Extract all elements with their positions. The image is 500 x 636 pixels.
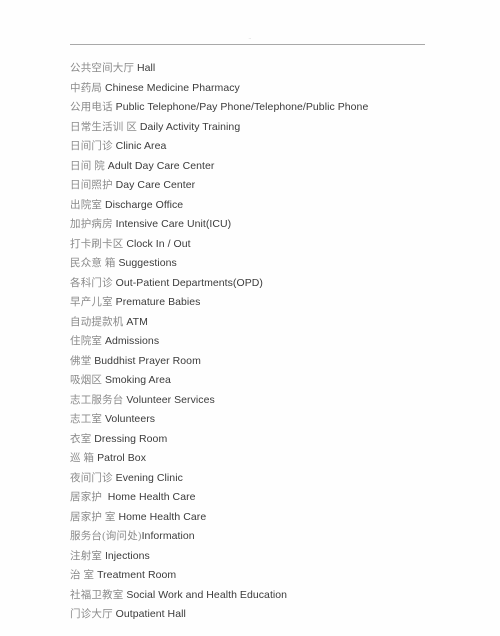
glossary-term-english: Evening Clinic <box>115 471 183 484</box>
glossary-entry: 居家护 Home Health Care <box>70 488 490 508</box>
glossary-term-english: Suggestions <box>118 257 177 269</box>
glossary-entry: 中药局 Chinese Medicine Pharmacy <box>70 79 490 99</box>
glossary-term-chinese: 日间照护 <box>70 180 113 191</box>
glossary-entry: 打卡刷卡区 Clock In / Out <box>70 235 490 255</box>
glossary-term-chinese: 加护病房 <box>70 219 113 230</box>
glossary-term-chinese: 日常生活训 区 <box>70 121 138 133</box>
glossary-entry: 日间照护 Day Care Center <box>70 176 490 196</box>
glossary-term-chinese: 日间门诊 <box>70 141 113 152</box>
glossary-term-chinese: 公共空间大厅 <box>70 63 135 74</box>
glossary-entry: 日常生活训 区 Daily Activity Training <box>70 118 490 138</box>
glossary-term-chinese: 公用电话 <box>70 102 113 113</box>
glossary-term-chinese: 巡 箱 <box>70 453 95 464</box>
glossary-entry: 服务台(询问处)Information <box>70 527 490 547</box>
glossary-term-english: Clock In / Out <box>126 237 191 250</box>
glossary-term-chinese: 社福卫教室 <box>70 589 124 601</box>
glossary-term-english: Home Health Care <box>118 510 207 523</box>
glossary-term-english: Discharge Office <box>104 198 184 211</box>
glossary-term-english: Dressing Room <box>94 432 168 445</box>
glossary-term-chinese: 日间 院 <box>70 160 105 172</box>
glossary-entry: 自动提款机 ATM <box>70 313 490 333</box>
glossary-term-english: Volunteer Services <box>126 393 215 406</box>
document-page: .. 公共空间大厅 Hall 中药局 Chinese Medicine Pharm… <box>0 0 500 636</box>
glossary-term-chinese: 衣室 <box>70 433 92 445</box>
glossary-entry: 夜间门诊 Evening Clinic <box>70 469 490 489</box>
glossary-term-english: Admissions <box>104 335 160 347</box>
glossary-term-chinese: 服务台(询问处) <box>70 531 142 542</box>
glossary-term-english: Social Work and Health Education <box>126 588 288 601</box>
glossary-term-chinese: 居家护 <box>70 492 103 503</box>
glossary-term-english: Hall <box>137 62 156 74</box>
glossary-entry: 志工服务台 Volunteer Services <box>70 391 490 411</box>
glossary-entry: 治 室 Treatment Room <box>70 566 490 586</box>
glossary-entry: 志工室 Volunteers <box>70 410 490 430</box>
glossary-term-english: Adult Day Care Center <box>107 159 215 172</box>
glossary-term-english: Home Health Care <box>107 491 196 503</box>
glossary-list: 公共空间大厅 Hall 中药局 Chinese Medicine Pharmacy… <box>70 59 490 625</box>
glossary-term-chinese: 佛堂 <box>70 355 92 367</box>
glossary-term-english: Outpatient Hall <box>115 608 186 620</box>
glossary-term-english: ATM <box>126 315 148 328</box>
glossary-term-chinese: 中药局 <box>70 82 103 94</box>
glossary-entry: 社福卫教室 Social Work and Health Education <box>70 586 490 606</box>
glossary-entry: 出院室 Discharge Office <box>70 196 490 216</box>
glossary-entry: 公用电话 Public Telephone/Pay Phone/Telephon… <box>70 98 490 118</box>
glossary-entry: 衣室 Dressing Room <box>70 430 490 450</box>
glossary-entry: 门诊大厅 Outpatient Hall <box>70 605 490 625</box>
header-divider <box>70 44 425 45</box>
glossary-entry: 民众意 箱 Suggestions <box>70 254 490 274</box>
glossary-entry: 日间门诊 Clinic Area <box>70 137 490 157</box>
glossary-entry: 加护病房 Intensive Care Unit(ICU) <box>70 215 490 235</box>
glossary-entry: 佛堂 Buddhist Prayer Room <box>70 352 490 372</box>
glossary-term-chinese: 治 室 <box>70 570 95 581</box>
glossary-term-english: Day Care Center <box>115 179 196 191</box>
glossary-term-chinese: 夜间门诊 <box>70 472 113 484</box>
glossary-term-english: Intensive Care Unit(ICU) <box>115 218 232 230</box>
glossary-term-english: Injections <box>104 549 150 562</box>
glossary-term-english: Clinic Area <box>115 140 167 152</box>
glossary-term-chinese: 各科门诊 <box>70 277 113 289</box>
glossary-entry: 早产儿室 Premature Babies <box>70 293 490 313</box>
glossary-term-english: Daily Activity Training <box>139 120 241 133</box>
glossary-term-english: Chinese Medicine Pharmacy <box>104 81 240 94</box>
glossary-entry: 公共空间大厅 Hall <box>70 59 490 79</box>
glossary-term-chinese: 早产儿室 <box>70 297 113 308</box>
glossary-term-english: Public Telephone/Pay Phone/Telephone/Pub… <box>115 101 369 113</box>
glossary-term-chinese: 打卡刷卡区 <box>70 238 124 250</box>
glossary-term-chinese: 住院室 <box>70 336 103 347</box>
glossary-term-english: Premature Babies <box>115 296 201 308</box>
glossary-term-chinese: 注射室 <box>70 550 103 562</box>
glossary-term-chinese: 民众意 箱 <box>70 258 116 269</box>
glossary-entry: 注射室 Injections <box>70 547 490 567</box>
glossary-term-chinese: 志工室 <box>70 414 103 425</box>
glossary-entry: 居家护 室 Home Health Care <box>70 508 490 528</box>
glossary-entry: 巡 箱 Patrol Box <box>70 449 490 469</box>
glossary-term-english: Volunteers <box>104 413 156 425</box>
glossary-term-english: Treatment Room <box>97 569 177 581</box>
glossary-term-english: Out-Patient Departments(OPD) <box>115 276 263 289</box>
glossary-term-english: Information <box>141 530 195 542</box>
glossary-term-chinese: 吸烟区 <box>70 375 103 386</box>
header-mark: .. <box>248 36 252 41</box>
glossary-entry: 吸烟区 Smoking Area <box>70 371 490 391</box>
glossary-term-english: Buddhist Prayer Room <box>94 354 201 367</box>
glossary-entry: 日间 院 Adult Day Care Center <box>70 157 490 177</box>
glossary-entry: 各科门诊 Out-Patient Departments(OPD) <box>70 274 490 294</box>
glossary-term-chinese: 门诊大厅 <box>70 609 113 620</box>
glossary-term-english: Smoking Area <box>104 374 171 386</box>
glossary-term-chinese: 自动提款机 <box>70 316 124 328</box>
glossary-term-chinese: 出院室 <box>70 199 103 211</box>
glossary-entry: 住院室 Admissions <box>70 332 490 352</box>
glossary-term-english: Patrol Box <box>97 452 147 464</box>
glossary-term-chinese: 志工服务台 <box>70 394 124 406</box>
glossary-term-chinese: 居家护 室 <box>70 511 116 523</box>
